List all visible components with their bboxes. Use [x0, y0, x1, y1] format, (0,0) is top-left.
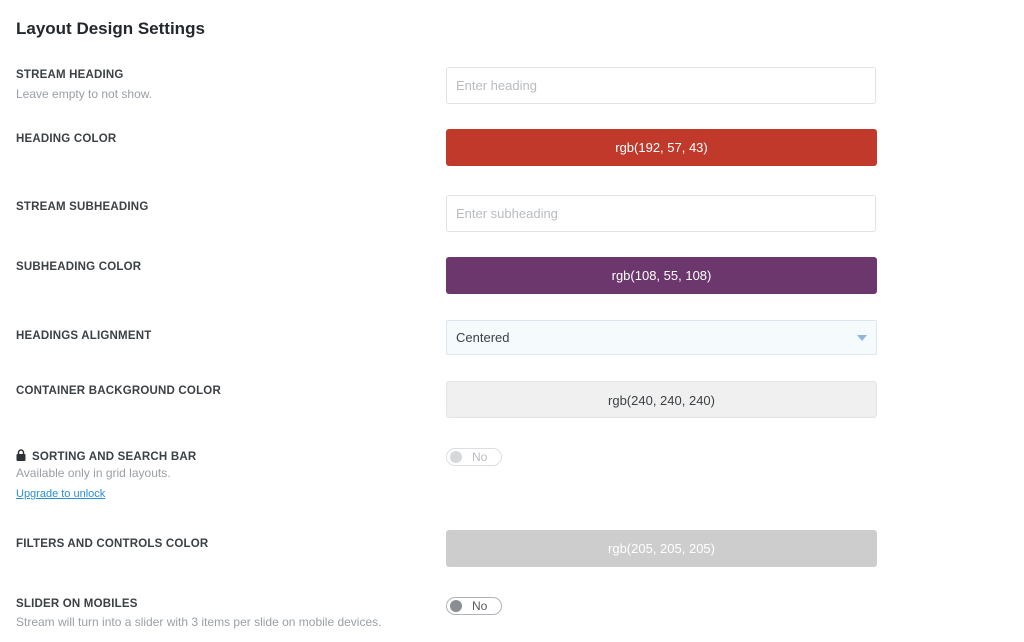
lock-icon [16, 449, 26, 464]
stream-heading-label: STREAM HEADING [16, 69, 124, 81]
slider-on-mobiles-description: Stream will turn into a slider with 3 it… [16, 615, 382, 629]
headings-alignment-selected: Centered [456, 330, 510, 345]
sorting-search-bar-toggle[interactable]: No [446, 448, 502, 466]
stream-subheading-input[interactable] [446, 195, 876, 232]
subheading-color-picker[interactable]: rgb(108, 55, 108) [446, 257, 877, 294]
subheading-color-label: SUBHEADING COLOR [16, 261, 142, 273]
filters-controls-color-label: FILTERS AND CONTROLS COLOR [16, 538, 209, 550]
headings-alignment-label: HEADINGS ALIGNMENT [16, 330, 152, 342]
sorting-search-bar-label: SORTING AND SEARCH BAR [32, 451, 197, 463]
toggle-knob [450, 451, 462, 463]
slider-on-mobiles-toggle[interactable]: No [446, 597, 502, 615]
heading-color-picker[interactable]: rgb(192, 57, 43) [446, 129, 877, 166]
sorting-search-bar-label-row: SORTING AND SEARCH BAR [16, 449, 196, 464]
filters-controls-color-picker[interactable]: rgb(205, 205, 205) [446, 530, 877, 567]
stream-heading-description: Leave empty to not show. [16, 87, 153, 101]
headings-alignment-select[interactable]: Centered [446, 320, 877, 355]
page-title: Layout Design Settings [16, 19, 205, 38]
container-bg-color-label: CONTAINER BACKGROUND COLOR [16, 385, 221, 397]
sorting-search-bar-description: Available only in grid layouts. [16, 466, 171, 480]
toggle-knob [450, 600, 462, 612]
stream-heading-input[interactable] [446, 67, 876, 104]
stream-subheading-label: STREAM SUBHEADING [16, 201, 149, 213]
toggle-label: No [472, 450, 488, 464]
heading-color-label: HEADING COLOR [16, 133, 117, 145]
toggle-label: No [472, 599, 488, 613]
upgrade-to-unlock-link[interactable]: Upgrade to unlock [16, 488, 105, 500]
slider-on-mobiles-label: SLIDER ON MOBILES [16, 598, 138, 610]
container-bg-color-picker[interactable]: rgb(240, 240, 240) [446, 381, 877, 418]
chevron-down-icon [857, 335, 867, 341]
